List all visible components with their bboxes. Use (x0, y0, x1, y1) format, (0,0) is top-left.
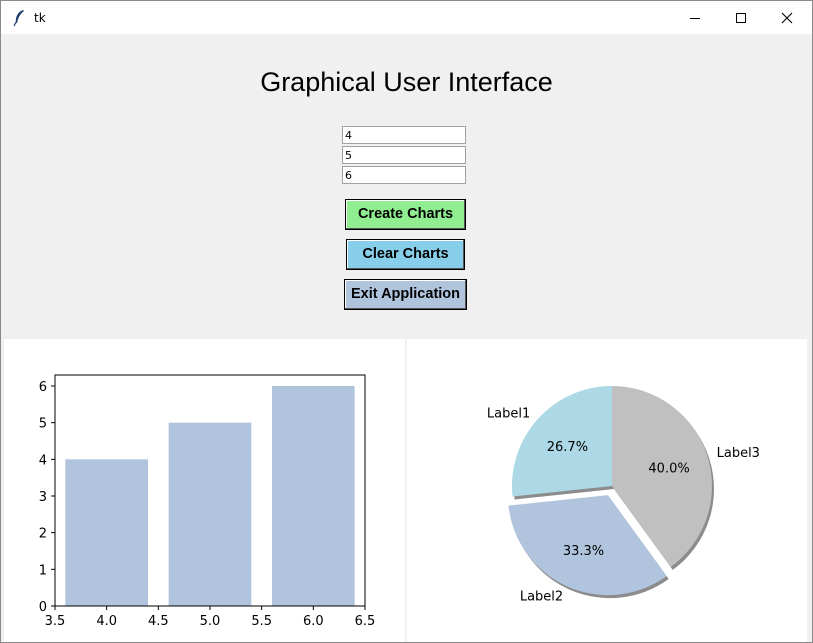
pie-percent-label: 40.0% (648, 461, 689, 476)
y-tick-label: 0 (39, 600, 47, 615)
x-tick-label: 6.5 (355, 614, 376, 629)
clear-charts-button[interactable]: Clear Charts (346, 239, 465, 270)
create-charts-button[interactable]: Create Charts (345, 199, 466, 230)
pie-percent-label: 33.3% (563, 544, 604, 559)
x-tick-label: 4.5 (148, 614, 169, 629)
bar-chart: 3.5 4.0 4.5 5.0 5.5 6.0 6.5 0 1 2 3 4 5 6 (39, 374, 376, 629)
y-tick-label: 5 (39, 417, 47, 432)
y-tick-label: 4 (39, 453, 47, 468)
value-input-3[interactable] (342, 166, 466, 184)
minimize-button[interactable] (672, 1, 718, 34)
window-title: tk (34, 11, 46, 25)
pie-chart: 26.7% Label1 33.3% Label2 40.0% Label3 (487, 386, 760, 605)
x-tick-label: 3.5 (45, 614, 66, 629)
bar (168, 422, 252, 606)
maximize-button[interactable] (718, 1, 764, 34)
pie-chart-panel: 26.7% Label1 33.3% Label2 40.0% Label3 (407, 339, 807, 642)
x-tick-label: 5.0 (200, 614, 221, 629)
minimize-icon (690, 18, 700, 19)
pie-label: Label1 (487, 406, 530, 421)
exit-application-button[interactable]: Exit Application (344, 279, 467, 310)
value-input-2[interactable] (342, 146, 466, 164)
pie-percent-label: 26.7% (547, 440, 588, 455)
y-tick-label: 3 (39, 490, 47, 505)
page-title: Graphical User Interface (260, 67, 553, 97)
x-tick-label: 4.0 (96, 614, 117, 629)
x-tick-label: 5.5 (251, 614, 272, 629)
bar (65, 459, 148, 606)
bar (272, 386, 355, 606)
title-bar: tk (1, 1, 812, 34)
pie-label: Label3 (717, 446, 760, 461)
app-window: tk Graphical User Interface Create Chart… (0, 0, 813, 643)
y-tick-label: 1 (39, 563, 47, 578)
y-tick-label: 6 (39, 380, 47, 395)
x-tick-label: 6.0 (303, 614, 324, 629)
bar-chart-panel: 3.5 4.0 4.5 5.0 5.5 6.0 6.5 0 1 2 3 4 5 6 (4, 339, 405, 642)
y-tick-label: 2 (39, 527, 47, 542)
feather-icon (13, 10, 24, 27)
value-input-1[interactable] (342, 126, 466, 144)
pie-label: Label2 (520, 590, 563, 605)
close-button[interactable] (764, 1, 810, 34)
close-icon (781, 12, 793, 24)
maximize-icon (736, 13, 746, 23)
